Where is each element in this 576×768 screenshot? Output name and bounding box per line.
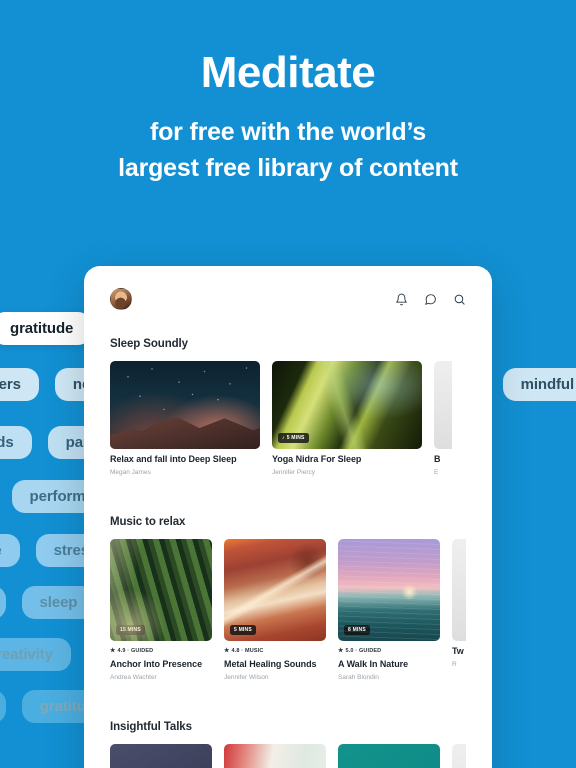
- section-title: Insightful Talks: [110, 721, 192, 733]
- bell-icon[interactable]: [395, 293, 408, 306]
- page-root: gratitudeanxietysleepchakrasfocusteacher…: [0, 0, 576, 768]
- content-tile[interactable]: Tw R: [452, 539, 466, 681]
- duration-badge: 5 MINS: [230, 625, 256, 635]
- headphones-icon: ♪: [282, 434, 285, 441]
- tile-rating-label: 5.0 · GUIDED: [345, 648, 382, 654]
- tile-title[interactable]: Relax and fall into Deep Sleep: [110, 454, 260, 464]
- tile-thumbnail[interactable]: [338, 744, 440, 768]
- hero-subtitle: for free with the world’s largest free l…: [0, 114, 576, 187]
- content-tile[interactable]: [452, 744, 466, 768]
- duration-badge: ♪ 5 MINS: [116, 433, 147, 443]
- star-icon: ★: [110, 648, 116, 654]
- duration-badge: 8 MINS: [344, 625, 370, 635]
- content-tile[interactable]: [110, 744, 212, 768]
- section-title: Music to relax: [110, 516, 186, 528]
- app-content: Sleep Soundly ♪ 5 MINS Relax and fall into …: [84, 338, 492, 768]
- app-header-actions: [395, 293, 466, 306]
- tile-title[interactable]: A Walk In Nature: [338, 659, 440, 669]
- tile-thumbnail[interactable]: ♪ 5 MINS: [110, 361, 260, 449]
- tile-thumbnail[interactable]: [110, 744, 212, 768]
- headphones-icon: ♪: [120, 434, 123, 441]
- tile-thumbnail[interactable]: [434, 361, 452, 449]
- content-tile[interactable]: ♪ 5 MINS Yoga Nidra For Sleep Jennifer Pier…: [272, 361, 422, 476]
- content-row[interactable]: ♪ 5 MINS Relax and fall into Deep Sleep Meg…: [110, 361, 466, 476]
- duration-badge-label: 8 MINS: [348, 626, 366, 633]
- page-title: Meditate: [200, 48, 376, 97]
- tile-title[interactable]: Yoga Nidra For Sleep: [272, 454, 422, 464]
- tile-rating-label: 4.9 · GUIDED: [117, 648, 154, 654]
- tile-title[interactable]: B: [434, 454, 452, 464]
- tile-rating-label: 4.8 · MUSIC: [231, 648, 264, 654]
- duration-badge-label: 5 MINS: [286, 434, 305, 441]
- tag-pill[interactable]: love: [0, 534, 20, 567]
- duration-badge-label: 15 MINS: [120, 626, 141, 633]
- tile-author: E: [434, 469, 439, 476]
- tile-author: Megan James: [110, 469, 151, 476]
- content-tile[interactable]: 5 MINS ★ 4.8 · MUSIC Metal Healing Sounds Je…: [224, 539, 326, 681]
- content-tile[interactable]: [224, 744, 326, 768]
- star-icon: ★: [224, 648, 230, 654]
- section-title: Sleep Soundly: [110, 338, 188, 350]
- tile-title[interactable]: Tw: [452, 646, 466, 656]
- app-preview-card: Sleep Soundly ♪ 5 MINS Relax and fall into …: [84, 266, 492, 768]
- hero-subtitle-line-2: largest free library of content: [118, 154, 458, 183]
- chat-icon[interactable]: [424, 293, 437, 306]
- tag-pill[interactable]: kids: [0, 426, 32, 459]
- tile-thumbnail[interactable]: [452, 744, 466, 768]
- content-tile[interactable]: 15 MINS ★ 4.9 · GUIDED Anchor Into Presence…: [110, 539, 212, 681]
- tile-title[interactable]: Anchor Into Presence: [110, 659, 212, 669]
- tile-author: Andrea Wachter: [110, 674, 157, 681]
- tile-title[interactable]: Metal Healing Sounds: [224, 659, 326, 669]
- content-tile[interactable]: 8 MINS ★ 5.0 · GUIDED A Walk In Nature Sarah…: [338, 539, 440, 681]
- content-tile[interactable]: BE: [434, 361, 452, 476]
- duration-badge-label: 5 MINS: [234, 626, 252, 633]
- content-tile[interactable]: [338, 744, 440, 768]
- content-row[interactable]: [110, 744, 466, 768]
- tag-pill[interactable]: teachers: [0, 368, 39, 401]
- tile-rating-meta: ★ 5.0 · GUIDED: [338, 648, 440, 654]
- duration-badge: 15 MINS: [116, 625, 145, 635]
- hero-block: Meditate for free with the world’s large…: [0, 0, 576, 187]
- tile-author: Sarah Blondin: [338, 674, 379, 681]
- tag-pill[interactable]: mindful: [502, 368, 576, 401]
- tag-pill[interactable]: creativity: [0, 638, 71, 671]
- content-row[interactable]: 15 MINS ★ 4.9 · GUIDED Anchor Into Presence…: [110, 539, 466, 681]
- tile-author: R: [452, 661, 457, 668]
- star-icon: ★: [338, 648, 344, 654]
- tile-thumbnail[interactable]: 5 MINS: [224, 539, 326, 641]
- content-tile[interactable]: ♪ 5 MINS Relax and fall into Deep Sleep Meg…: [110, 361, 260, 476]
- duration-badge: ♪ 5 MINS: [278, 433, 309, 443]
- duration-badge-label: 5 MINS: [124, 434, 143, 441]
- search-icon[interactable]: [453, 293, 466, 306]
- tag-pill[interactable]: gratitude: [0, 312, 92, 345]
- app-header: [84, 266, 492, 310]
- tile-thumbnail[interactable]: 8 MINS: [338, 539, 440, 641]
- tile-thumbnail[interactable]: ♪ 5 MINS: [272, 361, 422, 449]
- tile-thumbnail[interactable]: [452, 539, 466, 641]
- tile-author: Jennifer Wilson: [224, 674, 269, 681]
- tile-thumbnail[interactable]: [224, 744, 326, 768]
- hero-subtitle-line-1: for free with the world’s: [149, 118, 427, 147]
- avatar[interactable]: [110, 288, 132, 310]
- tag-pill[interactable]: focus: [0, 586, 6, 619]
- tile-rating-meta: ★ 4.8 · MUSIC: [224, 648, 326, 654]
- tile-author: Jennifer Piercy: [272, 469, 315, 476]
- tag-pill[interactable]: calm: [0, 690, 6, 723]
- tile-thumbnail[interactable]: 15 MINS: [110, 539, 212, 641]
- tile-rating-meta: ★ 4.9 · GUIDED: [110, 648, 212, 654]
